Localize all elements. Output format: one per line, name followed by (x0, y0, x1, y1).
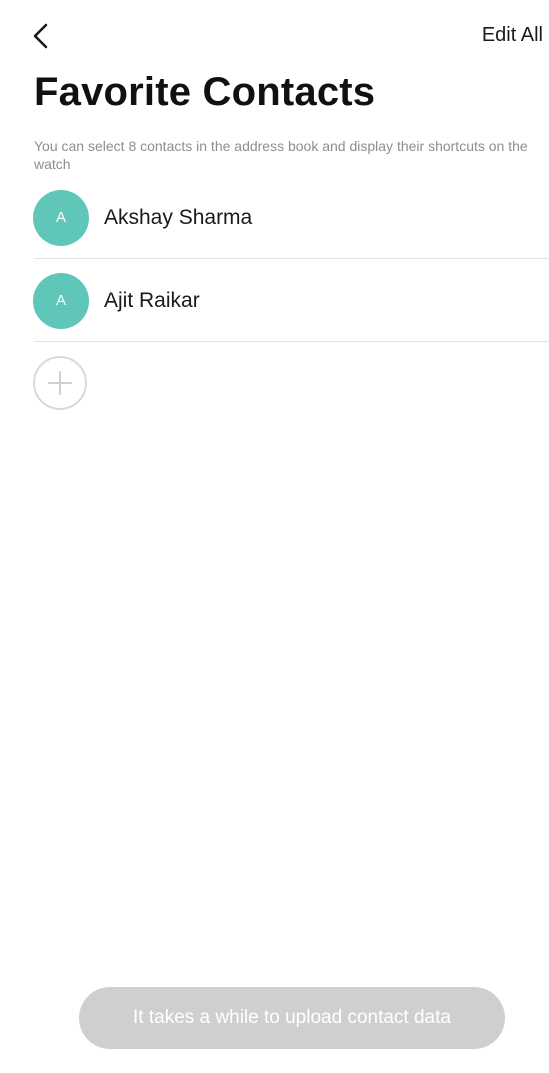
top-bar: Edit All (0, 0, 549, 70)
edit-all-button[interactable]: Edit All (482, 24, 543, 47)
upload-contacts-button[interactable]: It takes a while to upload contact data (79, 987, 505, 1049)
plus-icon (48, 371, 72, 395)
contact-name: Ajit Raikar (104, 288, 200, 312)
add-contact-button[interactable] (33, 356, 87, 410)
contact-row[interactable]: A Akshay Sharma (0, 176, 549, 259)
page-subtitle: You can select 8 contacts in the address… (34, 138, 528, 172)
contact-name: Akshay Sharma (104, 205, 253, 229)
avatar: A (33, 189, 89, 246)
page-title: Favorite Contacts (34, 70, 376, 114)
contact-list: A Akshay Sharma A Ajit Raikar (0, 176, 549, 342)
chevron-left-icon (33, 23, 48, 49)
back-button[interactable] (30, 16, 74, 56)
contact-row[interactable]: A Ajit Raikar (0, 259, 549, 342)
avatar: A (33, 272, 89, 329)
